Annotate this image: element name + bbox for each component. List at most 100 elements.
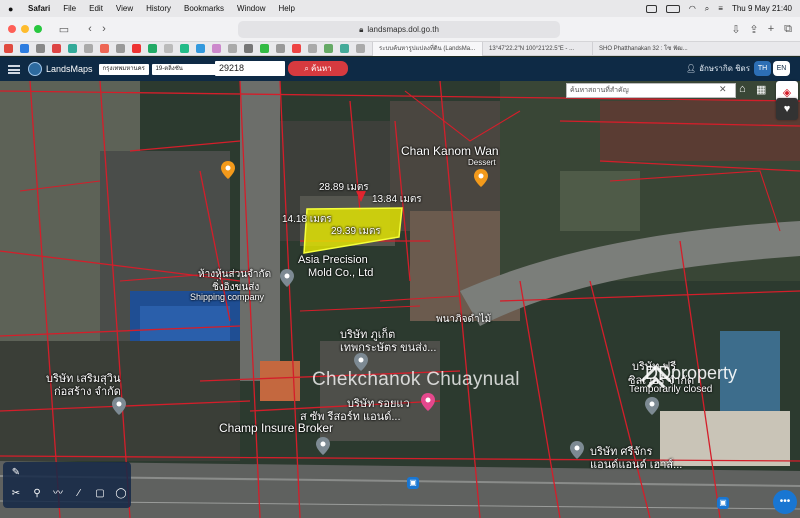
measure-bottom: 29.39 เมตร — [331, 226, 381, 237]
favorite-icon[interactable] — [340, 44, 349, 53]
place-pin-icon[interactable] — [645, 397, 659, 415]
menu-history[interactable]: History — [146, 4, 171, 13]
satellite-map[interactable]: 28.89 เมตร 13.84 เมตร 14.18 เมตร 29.39 เ… — [0, 81, 800, 518]
bus-stop-icon[interactable]: ▣ — [407, 477, 419, 489]
tab-overview-icon[interactable]: ⧉ — [781, 23, 795, 36]
menu-file[interactable]: File — [63, 4, 76, 13]
place-pin-icon[interactable] — [280, 269, 294, 287]
tab-coordinates[interactable]: 13°47'22.2"N 100°21'22.5"E - ... — [482, 41, 592, 56]
polyline-icon[interactable]: 〰 — [50, 486, 66, 502]
user-menu[interactable]: 👤︎ อักษรากิด ชิดร ⌄ — [686, 62, 760, 75]
measure-icon[interactable]: ✂ — [8, 486, 24, 502]
minimize-window-button[interactable] — [21, 25, 29, 33]
forward-icon[interactable]: › — [97, 23, 111, 35]
close-window-button[interactable] — [8, 25, 16, 33]
favorite-icon[interactable] — [244, 44, 253, 53]
favorite-icon[interactable] — [292, 44, 301, 53]
bus-stop-icon[interactable]: ▣ — [717, 497, 729, 509]
lang-en-button[interactable]: EN — [773, 61, 790, 76]
measure-left: 14.18 เมตร — [282, 214, 332, 225]
favorite-icon[interactable] — [308, 44, 317, 53]
menu-bookmarks[interactable]: Bookmarks — [184, 4, 224, 13]
clear-search-icon[interactable]: ✕ — [719, 84, 727, 95]
new-tab-icon[interactable]: + — [764, 23, 778, 35]
restaurant-pin-icon[interactable] — [221, 161, 235, 179]
edit-icon[interactable]: ✎ — [8, 465, 24, 481]
battery-icon[interactable] — [665, 4, 680, 13]
place-pin-icon[interactable] — [316, 437, 330, 455]
map-canvas — [0, 81, 800, 518]
menu-help[interactable]: Help — [278, 4, 294, 13]
place-pin-icon[interactable] — [570, 441, 584, 459]
place-label[interactable]: พนาภิจดำไม้ — [436, 312, 491, 327]
rectangle-icon[interactable]: ▢ — [92, 486, 108, 502]
favorite-icon[interactable] — [68, 44, 77, 53]
favorite-icon[interactable] — [84, 44, 93, 53]
draw-line-icon[interactable]: ∕ — [71, 486, 87, 502]
menu-view[interactable]: View — [116, 4, 133, 13]
download-icon[interactable]: ⇩ — [729, 23, 743, 36]
place-label[interactable]: Mold Co., Ltd — [308, 267, 373, 279]
status-icon[interactable] — [645, 4, 657, 13]
place-label[interactable]: แอนด์แอนด์ เฮาส์... — [590, 455, 682, 473]
district-select[interactable]: 19-ตลิ่งชัน — [151, 63, 222, 75]
favorite-icon[interactable] — [196, 44, 205, 53]
place-pin-icon[interactable] — [112, 397, 126, 415]
favorite-icon[interactable] — [212, 44, 221, 53]
favorite-icon[interactable] — [324, 44, 333, 53]
user-icon: 👤︎ — [686, 64, 697, 73]
place-label[interactable]: Champ Insure Broker — [219, 421, 333, 435]
menu-window[interactable]: Window — [237, 4, 265, 13]
back-icon[interactable]: ‹ — [83, 23, 97, 35]
place-search-input[interactable]: ค้นหาสถานที่สำคัญ — [566, 83, 736, 98]
tab-landsmaps[interactable]: ระบบค้นหารูปแปลงที่ดิน (LandsMa... — [372, 41, 482, 56]
circle-icon[interactable]: ◯ — [113, 486, 129, 502]
favorite-icon[interactable] — [132, 44, 141, 53]
favorite-icon[interactable] — [116, 44, 125, 53]
lang-th-button[interactable]: TH — [754, 61, 771, 76]
shopping-pin-icon[interactable] — [421, 393, 435, 411]
favorite-icon[interactable] — [356, 44, 365, 53]
share-icon[interactable]: ⇪ — [747, 23, 761, 36]
control-center-icon[interactable]: ≡ — [718, 4, 723, 13]
menu-icon[interactable] — [8, 64, 20, 74]
place-label[interactable]: ก่อสร้าง จำกัด — [54, 382, 121, 400]
favorite-icon[interactable] — [164, 44, 173, 53]
menu-app[interactable]: Safari — [28, 4, 50, 13]
home-icon[interactable]: ⌂ — [739, 83, 746, 95]
favorite-icon[interactable] — [180, 44, 189, 53]
more-button[interactable]: ••• — [773, 490, 797, 514]
clock[interactable]: Thu 9 May 21:40 — [732, 4, 792, 13]
favorite-icon[interactable] — [228, 44, 237, 53]
tab-sho[interactable]: SHO Phatthanakan 32 : โซ ฟัฒ... — [592, 41, 702, 56]
place-label[interactable]: Dessert — [468, 158, 496, 167]
favorite-icon[interactable] — [260, 44, 269, 53]
measure-right: 13.84 เมตร — [372, 194, 422, 205]
favorite-icon[interactable] — [36, 44, 45, 53]
search-icon[interactable]: ⌕ — [705, 4, 709, 14]
province-select[interactable]: กรุงเทพมหานคร — [98, 63, 149, 75]
sidebar-icon[interactable]: ▭ — [57, 23, 71, 36]
place-label[interactable]: Shipping company — [190, 292, 264, 302]
favorite-icon[interactable] — [52, 44, 61, 53]
dessert-pin-icon[interactable] — [474, 169, 488, 187]
pin-icon[interactable]: ⚲ — [29, 486, 45, 502]
zoom-window-button[interactable] — [34, 25, 42, 33]
place-label[interactable]: Chan Kanom Wan — [401, 144, 499, 158]
grid-icon[interactable]: ▦ — [756, 83, 766, 96]
favorite-button[interactable]: ♥ — [776, 98, 798, 120]
address-bar[interactable]: 🔒︎ landsmaps.dol.go.th — [238, 21, 560, 38]
macos-menubar: ● Safari File Edit View History Bookmark… — [0, 0, 800, 17]
favorite-icon[interactable] — [100, 44, 109, 53]
favorite-icon[interactable] — [276, 44, 285, 53]
parcel-number-input[interactable]: 29218 — [215, 61, 285, 76]
favorite-icon[interactable] — [148, 44, 157, 53]
menu-edit[interactable]: Edit — [89, 4, 103, 13]
place-label[interactable]: Asia Precision — [298, 254, 368, 266]
search-button[interactable]: ⌕ ค้นหา — [288, 61, 348, 76]
more-icon: ••• — [779, 496, 791, 507]
wifi-icon[interactable]: ◠ — [689, 4, 696, 13]
apple-icon[interactable]: ● — [8, 4, 18, 14]
favorite-icon[interactable] — [4, 44, 13, 53]
favorite-icon[interactable] — [20, 44, 29, 53]
